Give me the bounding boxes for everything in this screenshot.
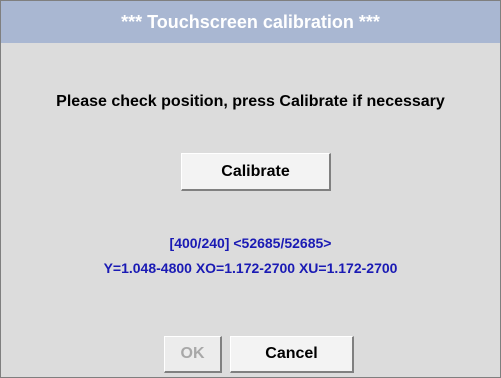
calibration-dialog: *** Touchscreen calibration *** Please c… [0,0,501,378]
dialog-title: *** Touchscreen calibration *** [121,11,380,32]
calibration-coefficients-readout: Y=1.048-4800 XO=1.172-2700 XU=1.172-2700 [103,260,398,276]
cancel-button[interactable]: Cancel [230,336,354,373]
cancel-button-label: Cancel [265,345,318,362]
ok-button[interactable]: OK [164,336,222,373]
dialog-title-bar: *** Touchscreen calibration *** [1,1,500,43]
calibrate-button-label: Calibrate [221,162,290,180]
calibrate-button[interactable]: Calibrate [181,153,331,191]
instruction-message: Please check position, press Calibrate i… [56,93,445,110]
calibration-position-readout: [400/240] <52685/52685> [169,235,332,251]
ok-button-label: OK [180,345,205,362]
